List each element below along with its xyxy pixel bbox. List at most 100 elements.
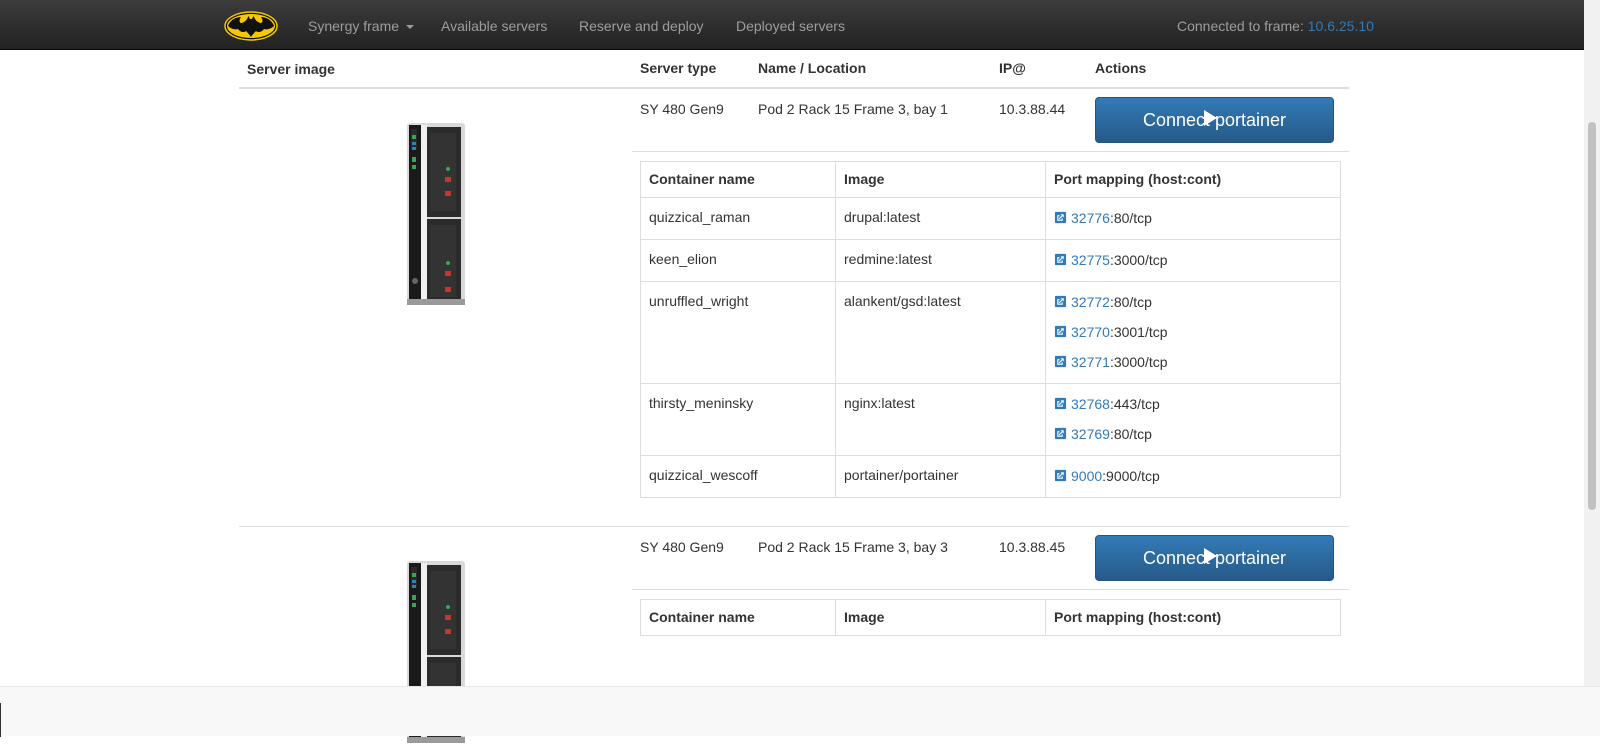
container-port: :9000/tcp (1102, 468, 1160, 484)
port-mapping-cell: 9000:9000/tcp (1046, 456, 1341, 498)
port-mapping-cell: 32775:3000/tcp (1046, 240, 1341, 282)
container-port: :443/tcp (1110, 396, 1160, 412)
header-port-mapping: Port mapping (host:cont) (1046, 162, 1341, 198)
external-link-icon (1054, 427, 1067, 440)
server-ip: 10.3.88.45 (999, 539, 1065, 555)
host-port-link[interactable]: 32770 (1054, 324, 1110, 340)
host-port: 9000 (1071, 468, 1102, 484)
servers-table: Server image Server type Name / Location… (239, 50, 1349, 749)
caret-down-icon (406, 25, 414, 29)
container-port: :80/tcp (1110, 294, 1152, 310)
text-cursor (0, 703, 1, 737)
header-server-type: Server type (640, 60, 716, 76)
server-ip: 10.3.88.44 (999, 101, 1065, 117)
bottom-bar (0, 686, 1600, 736)
connect-portainer-button[interactable]: Connect portainer (1095, 535, 1334, 581)
external-link-icon (1054, 397, 1067, 410)
header-name-location: Name / Location (758, 60, 866, 76)
host-port: 32775 (1071, 252, 1110, 268)
header-container-image: Image (836, 162, 1046, 198)
port-mapping-cell: 32776:80/tcp (1046, 198, 1341, 240)
external-link-icon (1054, 469, 1067, 482)
host-port: 32768 (1071, 396, 1110, 412)
containers-table: Container name Image Port mapping (host:… (640, 599, 1341, 636)
container-port: :80/tcp (1110, 426, 1152, 442)
port-mapping-cell: 32772:80/tcp32770:3001/tcp32771:3000/tcp (1046, 282, 1341, 384)
container-row: quizzical_wescoffportainer/portainer 9000… (641, 456, 1341, 498)
host-port: 32771 (1071, 354, 1110, 370)
container-port: :3000/tcp (1110, 354, 1168, 370)
container-name: quizzical_wescoff (641, 456, 836, 498)
containers-wrap: Container name Image Port mapping (host:… (632, 152, 1349, 526)
external-link-icon (1054, 211, 1067, 224)
connection-status: Connected to frame: 10.6.25.10 (1177, 0, 1374, 50)
connect-portainer-label: Connect portainer (1143, 548, 1286, 569)
header-actions: Actions (1095, 60, 1146, 76)
container-port: :3001/tcp (1110, 324, 1168, 340)
header-container-image: Image (836, 600, 1046, 636)
servers-table-header: Server image Server type Name / Location… (239, 50, 1349, 88)
container-image: portainer/portainer (836, 456, 1046, 498)
connection-ip-link[interactable]: 10.6.25.10 (1308, 18, 1374, 34)
port-mapping: 32772:80/tcp (1054, 293, 1332, 323)
container-row: keen_elionredmine:latest32775:3000/tcp (641, 240, 1341, 282)
external-link-icon (1054, 253, 1067, 266)
nav-synergy-frame-dropdown[interactable]: Synergy frame (308, 0, 414, 50)
host-port-link[interactable]: 32775 (1054, 252, 1110, 268)
header-ip: IP@ (999, 60, 1026, 76)
nav-synergy-frame-label: Synergy frame (308, 18, 399, 34)
port-mapping: 32770:3001/tcp (1054, 323, 1332, 353)
header-port-mapping: Port mapping (host:cont) (1046, 600, 1341, 636)
containers-wrap: Container name Image Port mapping (host:… (632, 590, 1349, 664)
nav-reserve-and-deploy[interactable]: Reserve and deploy (579, 0, 704, 50)
containers-header: Container name Image Port mapping (host:… (641, 162, 1341, 198)
server-info-cell: SY 480 Gen9 Pod 2 Rack 15 Frame 3, bay 1… (632, 88, 1349, 527)
containers-header: Container name Image Port mapping (host:… (641, 600, 1341, 636)
container-name: thirsty_meninsky (641, 384, 836, 456)
server-blade-image (407, 121, 465, 307)
container-image: alankent/gsd:latest (836, 282, 1046, 384)
header-container-name: Container name (641, 162, 836, 198)
host-port-link[interactable]: 32771 (1054, 354, 1110, 370)
nav-available-servers[interactable]: Available servers (441, 0, 547, 50)
container-row: quizzical_ramandrupal:latest32776:80/tcp (641, 198, 1341, 240)
external-link-icon (1054, 325, 1067, 338)
server-image-cell (239, 88, 632, 527)
external-link-icon (1054, 295, 1067, 308)
vertical-scrollbar[interactable] (1584, 0, 1600, 686)
host-port-link[interactable]: 32776 (1054, 210, 1110, 226)
connect-portainer-button[interactable]: Connect portainer (1095, 97, 1334, 143)
header-server-image: Server image (239, 50, 632, 88)
container-port: :80/tcp (1110, 210, 1152, 226)
container-name: unruffled_wright (641, 282, 836, 384)
port-mapping: 32768:443/tcp (1054, 395, 1332, 425)
host-port: 32769 (1071, 426, 1110, 442)
container-image: drupal:latest (836, 198, 1046, 240)
port-mapping-cell: 32768:443/tcp32769:80/tcp (1046, 384, 1341, 456)
navbar: Synergy frame Available servers Reserve … (0, 0, 1584, 50)
host-port-link[interactable]: 32772 (1054, 294, 1110, 310)
container-row: thirsty_meninskynginx:latest32768:443/tc… (641, 384, 1341, 456)
server-name-location: Pod 2 Rack 15 Frame 3, bay 3 (758, 539, 948, 555)
host-port: 32776 (1071, 210, 1110, 226)
scrollbar-thumb[interactable] (1588, 122, 1596, 510)
port-mapping: 9000:9000/tcp (1054, 467, 1332, 486)
host-port-link[interactable]: 32769 (1054, 426, 1110, 442)
server-type: SY 480 Gen9 (640, 101, 724, 117)
server-info-row: SY 480 Gen9 Pod 2 Rack 15 Frame 3, bay 1… (632, 89, 1349, 152)
server-info-row: SY 480 Gen9 Pod 2 Rack 15 Frame 3, bay 3… (632, 527, 1349, 590)
external-link-icon (1054, 355, 1067, 368)
container-image: nginx:latest (836, 384, 1046, 456)
container-name: quizzical_raman (641, 198, 836, 240)
nav-deployed-servers[interactable]: Deployed servers (736, 0, 845, 50)
host-port-link[interactable]: 9000 (1054, 468, 1102, 484)
port-mapping: 32771:3000/tcp (1054, 353, 1332, 372)
host-port-link[interactable]: 32768 (1054, 396, 1110, 412)
host-port: 32772 (1071, 294, 1110, 310)
container-row: unruffled_wrightalankent/gsd:latest 32772… (641, 282, 1341, 384)
batman-logo-icon[interactable] (224, 11, 278, 41)
server-row: SY 480 Gen9 Pod 2 Rack 15 Frame 3, bay 1… (239, 88, 1349, 527)
host-port: 32770 (1071, 324, 1110, 340)
connection-label: Connected to frame: (1177, 18, 1308, 34)
container-name: keen_elion (641, 240, 836, 282)
